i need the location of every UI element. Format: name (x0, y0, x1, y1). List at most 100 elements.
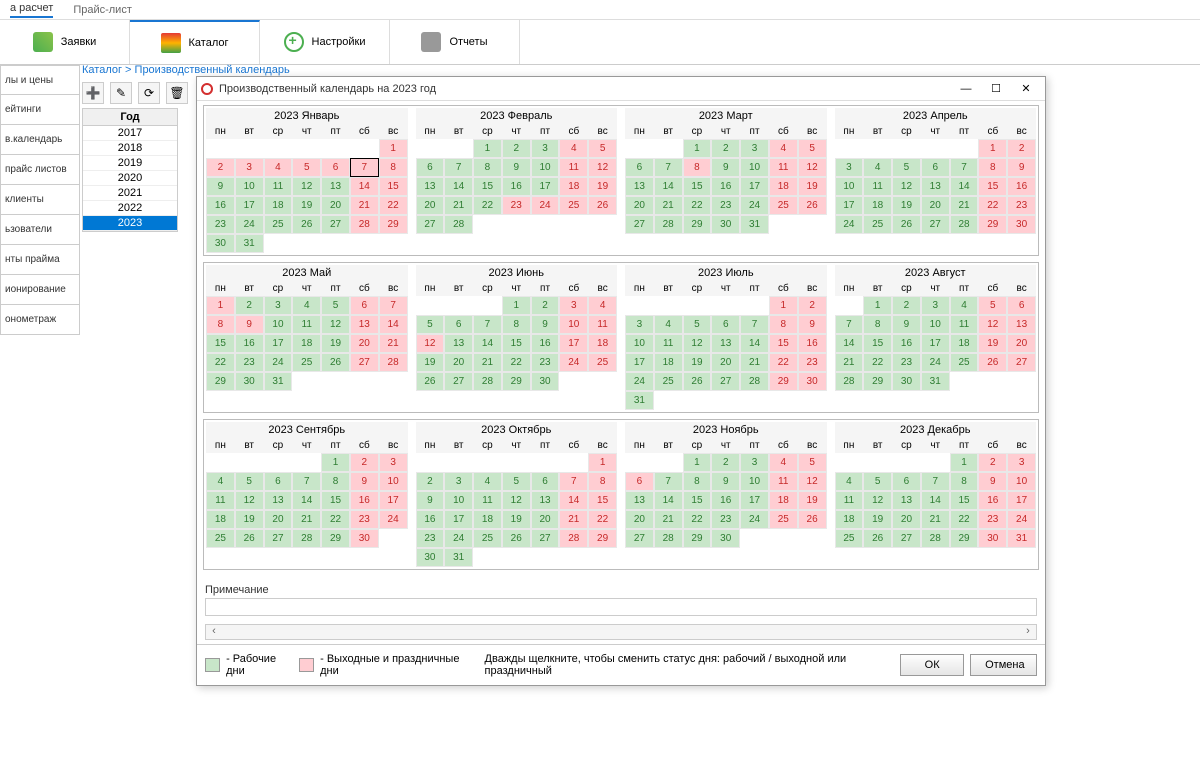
calendar-day[interactable]: 22 (588, 510, 617, 529)
calendar-day[interactable]: 1 (206, 296, 235, 315)
calendar-day[interactable]: 25 (473, 529, 502, 548)
calendar-day[interactable]: 11 (559, 158, 588, 177)
calendar-day[interactable]: 10 (444, 491, 473, 510)
nav-item[interactable]: ьзователи (0, 215, 80, 245)
calendar-day[interactable]: 8 (978, 158, 1007, 177)
calendar-day[interactable]: 19 (502, 510, 531, 529)
calendar-day[interactable]: 7 (292, 472, 321, 491)
calendar-day[interactable]: 7 (654, 472, 683, 491)
calendar-day[interactable]: 18 (264, 196, 293, 215)
calendar-day[interactable]: 25 (769, 196, 798, 215)
calendar-day[interactable]: 28 (473, 372, 502, 391)
calendar-day[interactable]: 6 (892, 472, 921, 491)
main-tab-Настройки[interactable]: Настройки (260, 20, 390, 64)
calendar-day[interactable]: 1 (502, 296, 531, 315)
calendar-day[interactable]: 21 (473, 353, 502, 372)
calendar-day[interactable]: 12 (292, 177, 321, 196)
calendar-day[interactable]: 18 (473, 510, 502, 529)
close-button[interactable]: ✕ (1011, 79, 1041, 99)
calendar-day[interactable]: 11 (654, 334, 683, 353)
calendar-day[interactable]: 9 (978, 472, 1007, 491)
calendar-day[interactable]: 29 (683, 215, 712, 234)
calendar-day[interactable]: 27 (321, 215, 350, 234)
calendar-day[interactable]: 30 (531, 372, 560, 391)
calendar-day[interactable]: 25 (950, 353, 979, 372)
calendar-day[interactable]: 18 (863, 196, 892, 215)
calendar-day[interactable]: 10 (235, 177, 264, 196)
nav-item[interactable]: клиенты (0, 185, 80, 215)
calendar-day[interactable]: 20 (264, 510, 293, 529)
calendar-day[interactable]: 8 (379, 158, 408, 177)
calendar-day[interactable]: 19 (892, 196, 921, 215)
calendar-day[interactable]: 17 (531, 177, 560, 196)
calendar-day[interactable]: 11 (950, 315, 979, 334)
calendar-day[interactable]: 1 (683, 453, 712, 472)
calendar-day[interactable]: 9 (235, 315, 264, 334)
calendar-day[interactable]: 19 (235, 510, 264, 529)
calendar-day[interactable]: 26 (683, 372, 712, 391)
calendar-day[interactable]: 9 (350, 472, 379, 491)
calendar-day[interactable]: 20 (321, 196, 350, 215)
calendar-day[interactable]: 10 (625, 334, 654, 353)
calendar-day[interactable]: 19 (416, 353, 445, 372)
calendar-day[interactable]: 5 (798, 139, 827, 158)
calendar-day[interactable]: 23 (1007, 196, 1036, 215)
calendar-day[interactable]: 3 (444, 472, 473, 491)
calendar-day[interactable]: 10 (379, 472, 408, 491)
calendar-day[interactable]: 14 (921, 491, 950, 510)
calendar-day[interactable]: 25 (769, 510, 798, 529)
calendar-day[interactable]: 29 (950, 529, 979, 548)
refresh-button[interactable]: ⟳ (138, 82, 160, 104)
calendar-day[interactable]: 28 (292, 529, 321, 548)
calendar-day[interactable]: 24 (559, 353, 588, 372)
calendar-day[interactable]: 25 (264, 215, 293, 234)
calendar-day[interactable]: 2 (350, 453, 379, 472)
nav-item[interactable]: онометраж (0, 305, 80, 335)
calendar-day[interactable]: 26 (863, 529, 892, 548)
calendar-day[interactable]: 20 (892, 510, 921, 529)
calendar-day[interactable]: 24 (835, 215, 864, 234)
calendar-day[interactable]: 22 (206, 353, 235, 372)
calendar-day[interactable]: 29 (321, 529, 350, 548)
calendar-day[interactable]: 18 (769, 177, 798, 196)
calendar-day[interactable]: 10 (835, 177, 864, 196)
calendar-day[interactable]: 28 (379, 353, 408, 372)
breadcrumb-part[interactable]: > (125, 64, 134, 76)
calendar-day[interactable]: 21 (740, 353, 769, 372)
calendar-day[interactable]: 21 (654, 510, 683, 529)
year-row[interactable]: 2022 (83, 201, 177, 216)
calendar-day[interactable]: 2 (502, 139, 531, 158)
calendar-day[interactable]: 11 (588, 315, 617, 334)
calendar-day[interactable]: 13 (264, 491, 293, 510)
calendar-day[interactable]: 2 (892, 296, 921, 315)
calendar-day[interactable]: 8 (683, 158, 712, 177)
calendar-day[interactable]: 17 (379, 491, 408, 510)
calendar-day[interactable]: 1 (683, 139, 712, 158)
calendar-day[interactable]: 6 (711, 315, 740, 334)
calendar-day[interactable]: 15 (683, 177, 712, 196)
calendar-day[interactable]: 17 (444, 510, 473, 529)
calendar-day[interactable]: 23 (798, 353, 827, 372)
calendar-day[interactable]: 23 (206, 215, 235, 234)
calendar-day[interactable]: 6 (531, 472, 560, 491)
calendar-day[interactable]: 4 (292, 296, 321, 315)
calendar-day[interactable]: 2 (978, 453, 1007, 472)
calendar-day[interactable]: 19 (978, 334, 1007, 353)
calendar-day[interactable]: 10 (921, 315, 950, 334)
calendar-day[interactable]: 18 (206, 510, 235, 529)
calendar-day[interactable]: 4 (769, 139, 798, 158)
calendar-day[interactable]: 31 (740, 215, 769, 234)
calendar-day[interactable]: 24 (444, 529, 473, 548)
calendar-day[interactable]: 16 (206, 196, 235, 215)
calendar-day[interactable]: 27 (350, 353, 379, 372)
calendar-day[interactable]: 23 (502, 196, 531, 215)
calendar-day[interactable]: 28 (559, 529, 588, 548)
calendar-day[interactable]: 6 (625, 472, 654, 491)
calendar-day[interactable]: 7 (350, 158, 379, 177)
calendar-day[interactable]: 21 (950, 196, 979, 215)
calendar-day[interactable]: 11 (206, 491, 235, 510)
calendar-day[interactable]: 20 (416, 196, 445, 215)
calendar-day[interactable]: 3 (264, 296, 293, 315)
calendar-day[interactable]: 27 (416, 215, 445, 234)
calendar-day[interactable]: 14 (740, 334, 769, 353)
